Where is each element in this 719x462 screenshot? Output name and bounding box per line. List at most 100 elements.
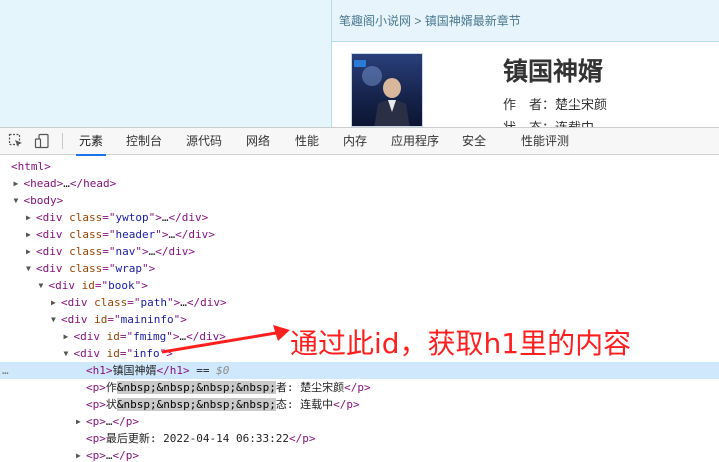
markup-token: =": [94, 279, 109, 292]
markup-token: ">: [167, 296, 181, 309]
markup-token: …: [105, 449, 113, 462]
tab-memory[interactable]: 内存: [343, 128, 367, 155]
markup-token: 状: [105, 398, 117, 411]
tab-console[interactable]: 控制台: [126, 128, 162, 155]
dom-node-row[interactable]: <html>: [0, 158, 719, 175]
expand-triangle-icon[interactable]: ▶: [76, 447, 86, 462]
expand-triangle-icon[interactable]: ▶: [76, 413, 86, 430]
breadcrumb-site-link[interactable]: 笔趣阁小说网: [339, 14, 411, 28]
tab-application[interactable]: 应用程序: [391, 128, 439, 155]
markup-token: </div>: [186, 296, 227, 309]
dom-node-markup: <h1>镇国神婿</h1> == $0: [86, 362, 229, 379]
dom-node-row[interactable]: <p>最后更新: 2022-04-14 06:33:22</p>: [0, 430, 719, 447]
dom-node-row[interactable]: ▶ <div class="path">…</div>: [0, 294, 719, 311]
markup-token: </p>: [288, 432, 316, 445]
breadcrumb: 笔趣阁小说网 > 镇国神婿最新章节: [332, 0, 719, 42]
markup-token: =": [102, 262, 116, 275]
web-page-viewport: 笔趣阁小说网 > 镇国神婿最新章节 镇国神婿 作 者：楚尘宋颜: [0, 0, 719, 136]
toolbar-divider: [62, 133, 63, 149]
markup-token: $0: [216, 364, 230, 377]
book-info-panel: 笔趣阁小说网 > 镇国神婿最新章节 镇国神婿 作 者：楚尘宋颜: [331, 0, 719, 136]
markup-token: id: [94, 313, 108, 326]
markup-token: <div: [61, 296, 95, 309]
book-title: 镇国神婿: [503, 57, 604, 86]
dom-node-row[interactable]: ▶ <p>…</p>: [0, 447, 719, 462]
tab-lighthouse[interactable]: 性能评测: [521, 128, 569, 155]
book-cover-image[interactable]: [351, 53, 423, 127]
dom-node-markup: <head>…</head>: [24, 175, 117, 192]
markup-token: ">: [155, 228, 169, 241]
dom-node-markup: <div id="info">: [74, 345, 173, 362]
markup-token: <html>: [11, 160, 51, 173]
devtools-panel: 元素 控制台 源代码 网络 性能 内存 应用程序 安全 性能评测 <html> ▶…: [0, 127, 719, 462]
dom-node-markup: <p>状&nbsp;&nbsp;&nbsp;&nbsp;态: 连载中</p>: [86, 396, 360, 413]
markup-token: <div: [48, 279, 82, 292]
devtools-toolbar: 元素 控制台 源代码 网络 性能 内存 应用程序 安全 性能评测: [0, 128, 719, 156]
markup-token: =": [102, 228, 116, 241]
markup-token: <body>: [23, 194, 64, 207]
markup-token: <head>: [23, 177, 64, 190]
collapse-triangle-icon[interactable]: ▼: [14, 192, 24, 209]
markup-token: …: [161, 211, 169, 224]
markup-token: </div>: [155, 245, 195, 258]
dom-node-markup: <div class="header">…</div>: [36, 226, 215, 243]
collapse-triangle-icon[interactable]: ▼: [26, 260, 36, 277]
expand-triangle-icon[interactable]: ▶: [26, 226, 36, 243]
collapse-triangle-icon[interactable]: ▼: [39, 277, 49, 294]
markup-token: &nbsp;&nbsp;&nbsp;&nbsp;: [116, 398, 276, 411]
expand-triangle-icon[interactable]: ▶: [64, 328, 74, 345]
markup-token: ">: [135, 245, 149, 258]
author-label: 作 者：: [503, 98, 556, 113]
dom-node-row[interactable]: ▶ <head>…</head>: [0, 175, 719, 192]
inspect-element-icon[interactable]: [8, 133, 24, 149]
tab-network[interactable]: 网络: [246, 128, 270, 155]
markup-token: class: [69, 228, 103, 241]
markup-token: <p>: [86, 432, 106, 445]
expand-triangle-icon[interactable]: ▶: [26, 209, 36, 226]
markup-token: </p>: [333, 398, 360, 411]
markup-token: <h1>: [86, 364, 113, 377]
node-options-icon[interactable]: …: [2, 362, 9, 379]
collapse-triangle-icon[interactable]: ▼: [51, 311, 61, 328]
dom-node-row[interactable]: ▼ <div class="wrap">: [0, 260, 719, 277]
tab-security[interactable]: 安全: [462, 128, 486, 155]
dom-node-markup: <body>: [24, 192, 64, 209]
markup-token: <div: [36, 245, 70, 258]
markup-token: <div: [36, 262, 70, 275]
markup-token: <p>: [86, 398, 106, 411]
dom-node-markup: <div class="wrap">: [36, 260, 155, 277]
tab-sources[interactable]: 源代码: [186, 128, 222, 155]
markup-token: </p>: [112, 415, 140, 428]
dom-node-row[interactable]: ▶ <p>…</p>: [0, 413, 719, 430]
dom-node-row[interactable]: <p>作&nbsp;&nbsp;&nbsp;&nbsp;者: 楚尘宋颜</p>: [0, 379, 719, 396]
markup-token: info: [133, 347, 160, 360]
collapse-triangle-icon[interactable]: ▼: [64, 345, 74, 362]
tab-performance[interactable]: 性能: [295, 128, 319, 155]
dom-node-row[interactable]: ▶ <div class="nav">…</div>: [0, 243, 719, 260]
dom-node-row[interactable]: ▶ <div class="ywtop">…</div>: [0, 209, 719, 226]
breadcrumb-separator: >: [414, 14, 422, 28]
markup-token: </div>: [175, 228, 215, 241]
markup-token: =": [102, 211, 116, 224]
breadcrumb-current: 镇国神婿最新章节: [424, 14, 521, 28]
device-emulation-icon[interactable]: [34, 133, 50, 149]
markup-token: 作: [105, 381, 117, 394]
tab-elements[interactable]: 元素: [75, 128, 107, 156]
markup-token: <div: [73, 330, 107, 343]
dom-node-row[interactable]: ▼ <div id="book">: [0, 277, 719, 294]
expand-triangle-icon[interactable]: ▶: [26, 243, 36, 260]
markup-token: <p>: [86, 449, 106, 462]
markup-token: class: [94, 296, 128, 309]
markup-token: class: [69, 262, 103, 275]
dom-node-markup: <div class="ywtop">…</div>: [36, 209, 208, 226]
annotation-text: 通过此id，获取h1里的内容: [290, 327, 632, 360]
expand-triangle-icon[interactable]: ▶: [14, 175, 24, 192]
dom-node-row[interactable]: <p>状&nbsp;&nbsp;&nbsp;&nbsp;态: 连载中</p>: [0, 396, 719, 413]
markup-token: nav: [115, 245, 136, 258]
expand-triangle-icon[interactable]: ▶: [51, 294, 61, 311]
dom-node-row[interactable]: ▼ <body>: [0, 192, 719, 209]
markup-token: ">: [134, 279, 148, 292]
markup-token: =": [107, 313, 121, 326]
dom-node-selected[interactable]: … <h1>镇国神婿</h1> == $0: [0, 362, 719, 379]
dom-node-row[interactable]: ▶ <div class="header">…</div>: [0, 226, 719, 243]
